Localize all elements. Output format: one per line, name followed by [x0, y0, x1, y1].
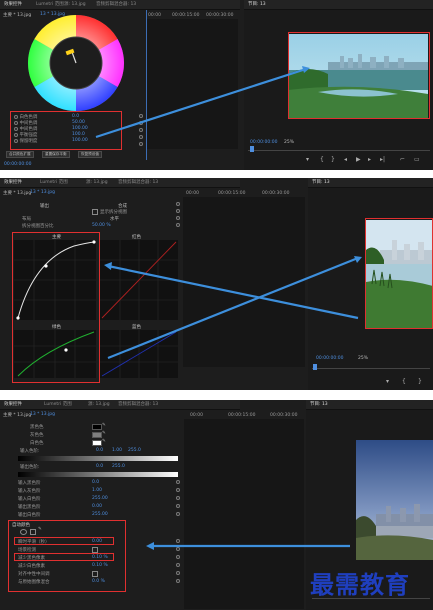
panel-color-balance: 效果控件 Lumetri 范围 源: 13.jpg 音频剪辑混合器: 13 节目…	[0, 0, 433, 170]
panel-rgb-curves: 效果控件 Lumetri 范围 源: 13.jpg 音频剪辑混合器: 13 节目…	[0, 178, 433, 390]
annotation-arrow	[95, 66, 310, 139]
annotation-arrows	[104, 256, 362, 360]
watermark-text: 最需教育	[310, 571, 410, 599]
